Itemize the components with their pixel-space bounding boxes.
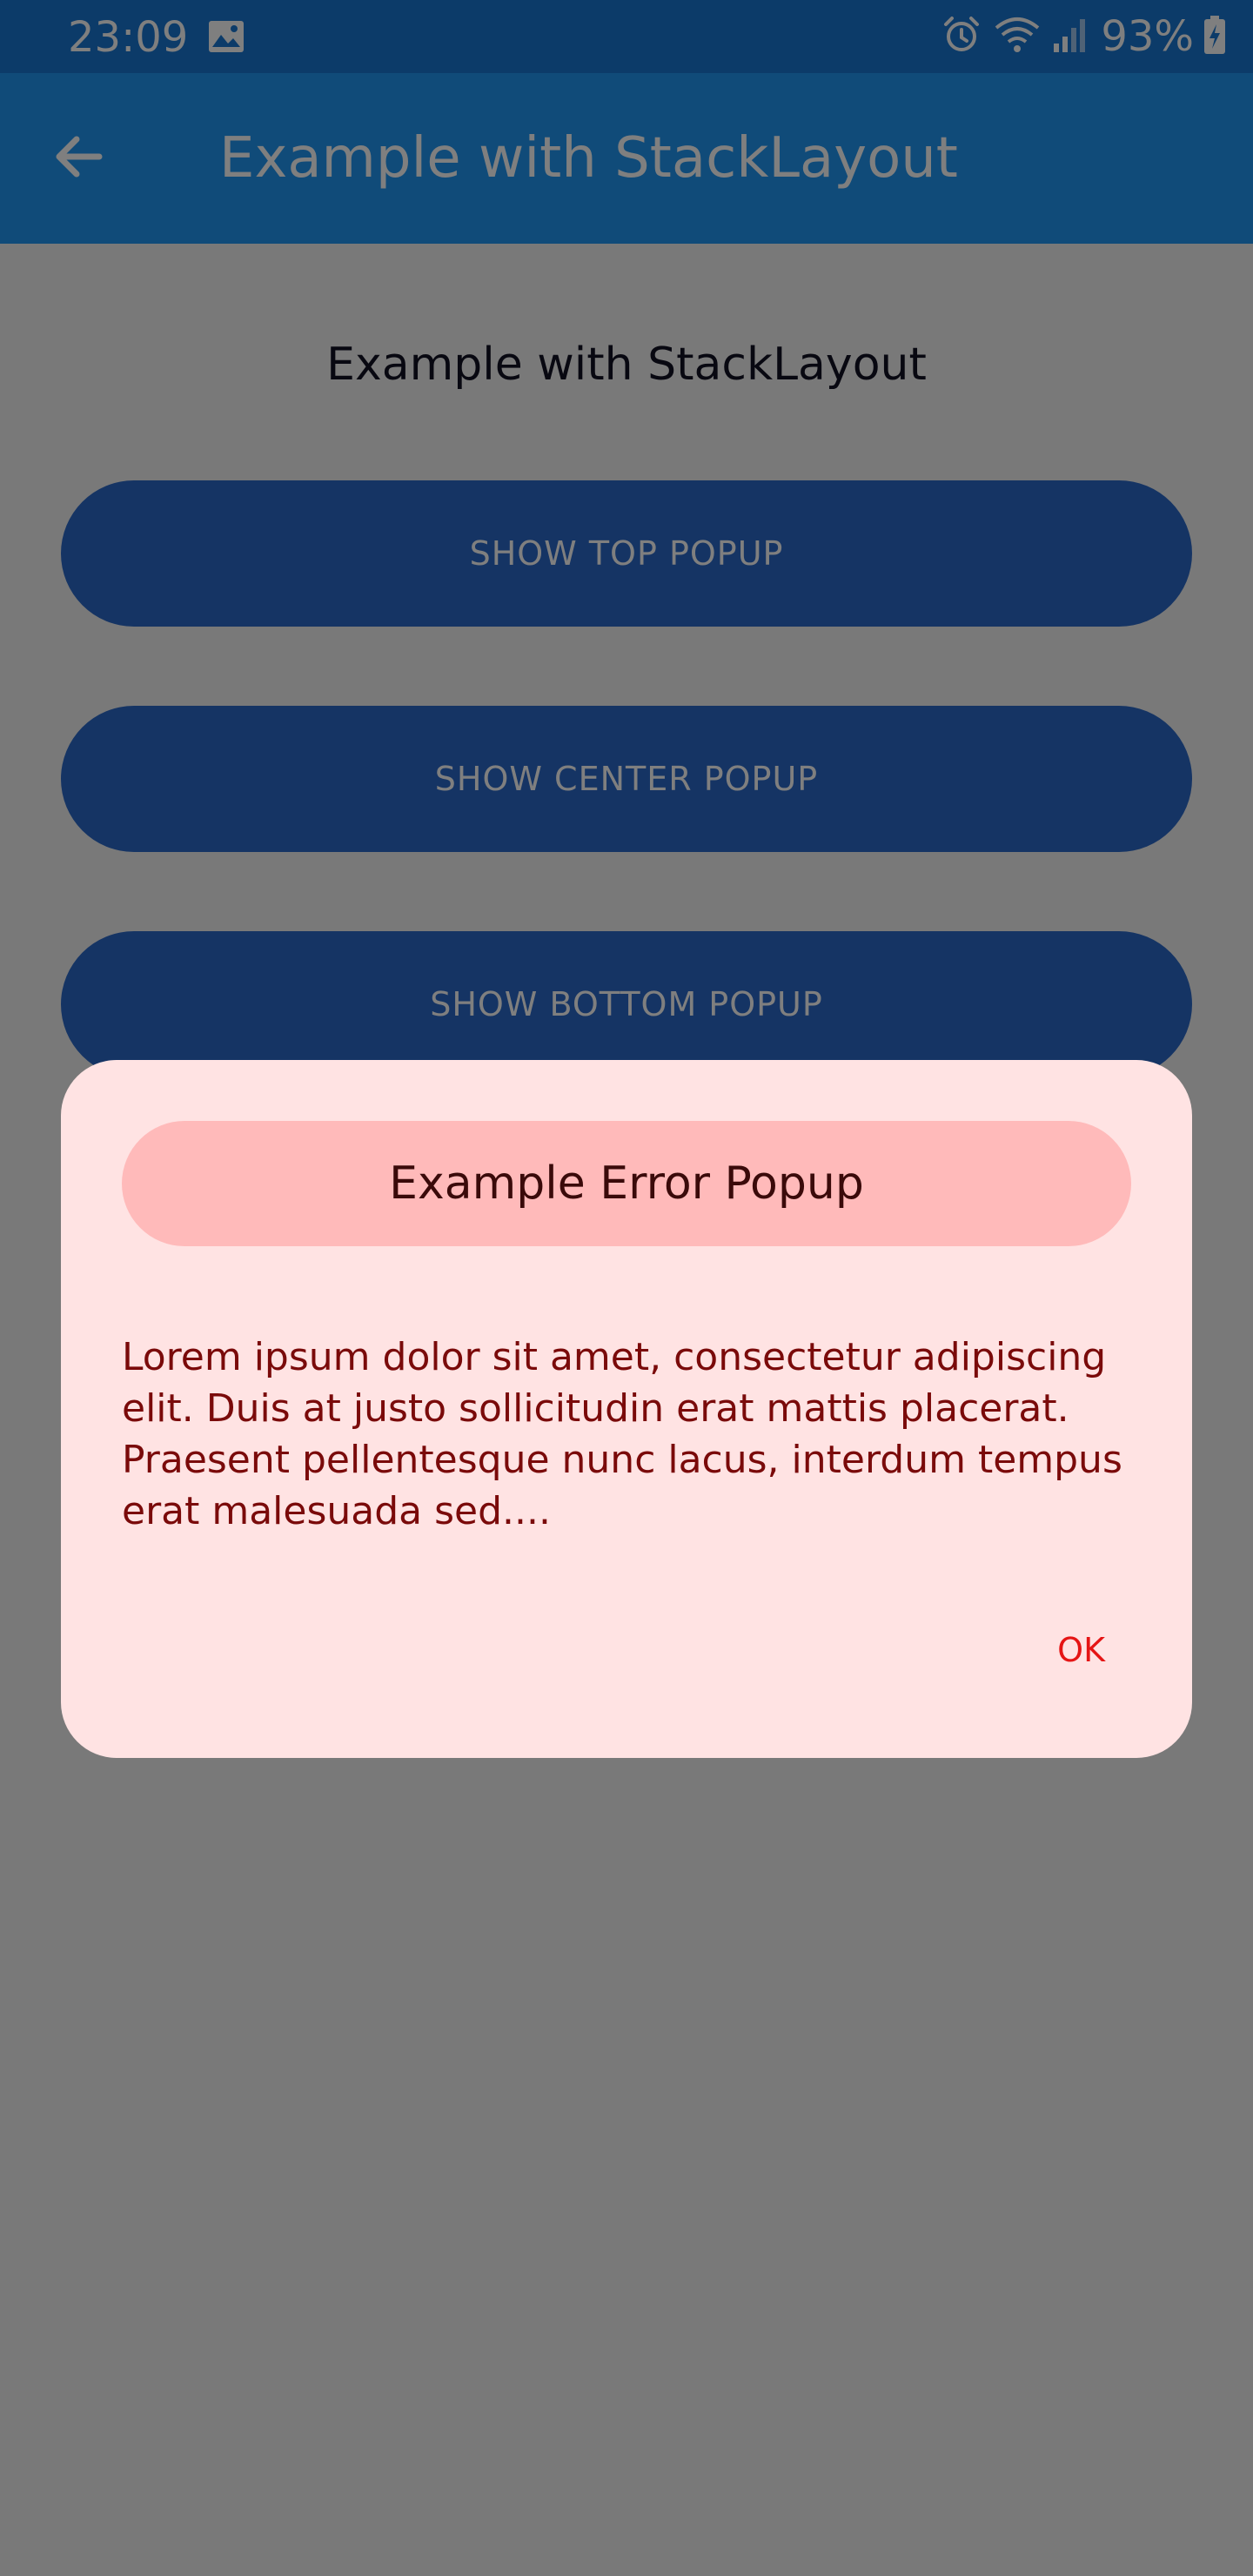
error-popup: Example Error Popup Lorem ipsum dolor si… [61,1060,1192,1758]
ok-button[interactable]: OK [1031,1615,1131,1685]
popup-message: Lorem ipsum dolor sit amet, consectetur … [122,1335,1122,1533]
popup-title: Example Error Popup [389,1157,864,1210]
popup-header: Example Error Popup [122,1121,1131,1246]
